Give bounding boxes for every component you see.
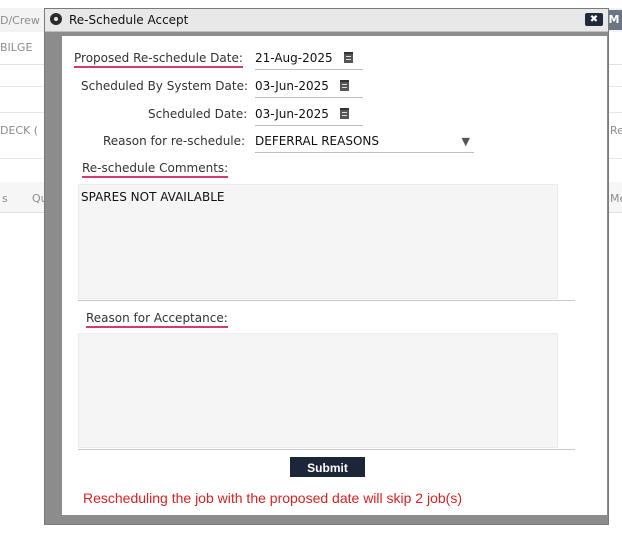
divider xyxy=(78,300,575,301)
reason-label: Reason for re-schedule: xyxy=(103,134,246,148)
bg-tab-s[interactable]: s xyxy=(2,192,8,205)
comments-textarea[interactable]: SPARES NOT AVAILABLE xyxy=(78,184,558,299)
reason-select-value: DEFERRAL REASONS xyxy=(255,134,379,148)
reschedule-dialog: Re-Schedule Accept ✖ Proposed Re-schedul… xyxy=(44,8,609,525)
proposed-date-value: 21-Aug-2025 xyxy=(255,51,333,65)
bg-req-text: Requ xyxy=(610,124,622,137)
reason-select[interactable]: DEFERRAL REASONS ▼ xyxy=(255,134,474,153)
bg-crew-text: D/Crew xyxy=(0,14,40,27)
scheduled-date-label: Scheduled Date: xyxy=(148,107,248,121)
dialog-titlebar[interactable]: Re-Schedule Accept ✖ xyxy=(45,9,608,32)
calendar-icon[interactable] xyxy=(343,52,353,63)
bg-deck-text: DECK ( xyxy=(0,124,39,137)
calendar-icon[interactable] xyxy=(339,108,349,119)
bg-bilge-text: BILGE xyxy=(0,41,33,54)
divider xyxy=(78,449,575,450)
scheduled-date-value: 03-Jun-2025 xyxy=(255,107,329,121)
warning-message: Rescheduling the job with the proposed d… xyxy=(83,490,462,506)
comments-label: Re-schedule Comments: xyxy=(82,161,229,178)
system-date-label: Scheduled By System Date: xyxy=(81,79,249,93)
proposed-date-field[interactable]: 21-Aug-2025 xyxy=(255,51,363,70)
calendar-icon[interactable] xyxy=(339,80,349,91)
dialog-body: Proposed Re-schedule Date: 21-Aug-2025 S… xyxy=(62,36,607,515)
bg-tab-mes[interactable]: Mes xyxy=(610,192,622,205)
chevron-down-icon: ▼ xyxy=(461,135,470,148)
close-button[interactable]: ✖ xyxy=(585,13,603,26)
dialog-title: Re-Schedule Accept xyxy=(69,13,189,27)
acceptance-label: Reason for Acceptance: xyxy=(86,311,228,328)
acceptance-textarea[interactable] xyxy=(78,333,558,448)
circle-dot-icon xyxy=(50,13,62,25)
proposed-date-label: Proposed Re-schedule Date: xyxy=(74,51,243,68)
system-date-field[interactable]: 03-Jun-2025 xyxy=(255,79,363,98)
submit-button[interactable]: Submit xyxy=(290,457,365,477)
scheduled-date-field[interactable]: 03-Jun-2025 xyxy=(255,107,363,126)
system-date-value: 03-Jun-2025 xyxy=(255,79,329,93)
